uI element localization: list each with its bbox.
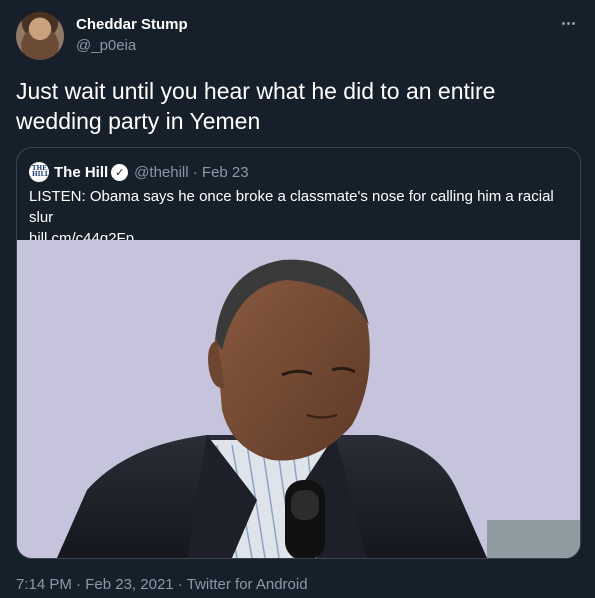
tweet-header: Cheddar Stump @_p0eia	[16, 12, 579, 60]
quoted-photo[interactable]	[17, 240, 580, 558]
tweet-source[interactable]: Twitter for Android	[187, 576, 308, 593]
tweet-card: Cheddar Stump @_p0eia Just wait until yo…	[0, 0, 595, 598]
quoted-author-name: The Hill	[54, 163, 109, 181]
author-handle[interactable]: @_p0eia	[76, 36, 188, 56]
quoted-tweet[interactable]: THE HILL The Hill ✓ @thehill · Feb 23 LI…	[16, 147, 581, 559]
tweet-footer: 7:14 PM · Feb 23, 2021 · Twitter for And…	[16, 575, 308, 595]
the-hill-logo: THE HILL	[29, 162, 49, 182]
tweet-time[interactable]: 7:14 PM	[16, 576, 72, 593]
footer-separator-2: ·	[173, 576, 187, 593]
author-avatar[interactable]	[16, 12, 64, 60]
photo-of-barack-obama	[17, 240, 580, 558]
quoted-text-body: LISTEN: Obama says he once broke a class…	[29, 188, 554, 226]
the-hill-logo-text: THE HILL	[32, 165, 49, 178]
quoted-tweet-header: THE HILL The Hill ✓ @thehill · Feb 23	[29, 162, 249, 182]
quoted-handle-date: @thehill · Feb 23	[134, 163, 249, 181]
more-options-icon[interactable]	[557, 14, 579, 32]
tweet-text: Just wait until you hear what he did to …	[16, 78, 496, 134]
author-name-block[interactable]: Cheddar Stump @_p0eia	[76, 16, 188, 56]
author-display-name[interactable]: Cheddar Stump	[76, 16, 188, 34]
tweet-date[interactable]: Feb 23, 2021	[85, 576, 173, 593]
footer-separator: ·	[71, 576, 86, 593]
verified-badge-icon: ✓	[111, 163, 129, 181]
